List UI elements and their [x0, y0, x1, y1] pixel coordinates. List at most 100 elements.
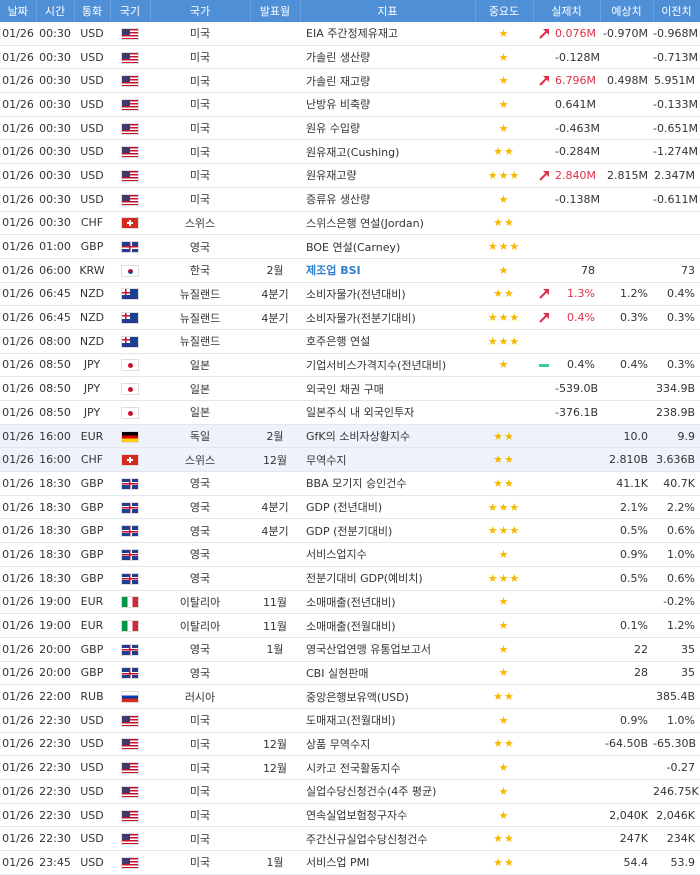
cell-indicator-link[interactable]: 원유재고량 — [300, 163, 475, 188]
cell-indicator-link[interactable]: EIA 주간정제유재고 — [300, 22, 475, 46]
cell-date: 01/26 — [0, 518, 36, 544]
cell-trend — [533, 850, 555, 875]
table-row[interactable]: 01/26 16:00 EUR 독일 2월 GfK의 소비자상황지수 ★★ 10.0 9.9 — [0, 424, 700, 449]
cell-indicator-link[interactable]: 연속실업보험청구자수 — [300, 803, 475, 828]
table-row[interactable]: 01/26 22:30 USD 미국 12월 시카고 전국활동지수 ★ -0.27 — [0, 755, 700, 780]
cell-indicator-link[interactable]: GDP (전분기대비) — [300, 518, 475, 544]
table-row[interactable]: 01/26 00:30 USD 미국 가솔린 재고량 ★ 6.796M 0.498M 5.951… — [0, 68, 700, 94]
cell-indicator-link[interactable]: 외국인 채권 구매 — [300, 376, 475, 401]
table-row[interactable]: 01/26 00:30 USD 미국 원유 수입량 ★ -0.463M -0.651M — [0, 116, 700, 141]
table-row[interactable]: 01/26 22:30 USD 미국 연속실업보험청구자수 ★ 2,040K 2,046K — [0, 803, 700, 828]
table-row[interactable]: 01/26 18:30 GBP 영국 서비스업지수 ★ 0.9% 1.0% — [0, 542, 700, 567]
table-row[interactable]: 01/26 18:30 GBP 영국 4분기 GDP (전년대비) ★★★ 2.1% 2.2% — [0, 495, 700, 520]
cell-previous: 334.9B — [653, 376, 700, 401]
cell-importance-stars: ★★★ — [475, 518, 533, 544]
table-row[interactable]: 01/26 18:30 GBP 영국 전분기대비 GDP(예비치) ★★★ 0.5% 0.6% — [0, 566, 700, 591]
cell-indicator-link[interactable]: 실업수당신청건수(4주 평균) — [300, 779, 475, 804]
cell-indicator-link[interactable]: 중앙은행보유액(USD) — [300, 684, 475, 709]
cell-indicator-link[interactable]: GfK의 소비자상황지수 — [300, 424, 475, 449]
cell-indicator-link[interactable]: 상품 무역수지 — [300, 732, 475, 757]
cell-currency: GBP — [74, 566, 110, 591]
cell-period — [250, 471, 300, 496]
cell-indicator-link[interactable]: 일본주식 내 외국인투자 — [300, 400, 475, 425]
table-row[interactable]: 01/26 22:30 USD 미국 주간신규실업수당신청건수 ★★ 247K 234K — [0, 826, 700, 852]
cell-time: 01:00 — [36, 234, 74, 259]
table-row[interactable]: 01/26 06:45 NZD 뉴질랜드 4분기 소비자물가(전년대비) ★★ 1.3% 1.2… — [0, 282, 700, 307]
cell-trend — [533, 684, 555, 709]
table-row[interactable]: 01/26 06:45 NZD 뉴질랜드 4분기 소비자물가(전분기대비) ★★★ 0.4% 0… — [0, 305, 700, 330]
cell-indicator-link[interactable]: 전분기대비 GDP(예비치) — [300, 566, 475, 591]
cell-indicator-link[interactable]: 스위스은행 연설(Jordan) — [300, 211, 475, 236]
cell-importance-stars: ★ — [475, 92, 533, 117]
table-row[interactable]: 01/26 19:00 EUR 이탈리아 11월 소매매출(전년대비) ★ -0.2% — [0, 590, 700, 615]
cell-indicator-link[interactable]: 원유재고(Cushing) — [300, 139, 475, 165]
cell-previous: -0.968M — [653, 22, 700, 46]
table-row[interactable]: 01/26 22:00 RUB 러시아 중앙은행보유액(USD) ★★ 385.4B — [0, 684, 700, 709]
table-row[interactable]: 01/26 23:45 USD 미국 1월 서비스업 PMI ★★ 54.4 53.9 — [0, 850, 700, 875]
cell-period — [250, 187, 300, 212]
table-row[interactable]: 01/26 06:00 KRW 한국 2월 제조업 BSI ★ 78 73 — [0, 258, 700, 283]
header-actual[interactable]: 실제치 — [533, 0, 601, 22]
cell-indicator-link[interactable]: 난방유 비축량 — [300, 92, 475, 117]
header-forecast[interactable]: 예상치 — [600, 0, 654, 22]
table-row[interactable]: 01/26 20:00 GBP 영국 CBI 실현판매 ★ 28 35 — [0, 661, 700, 686]
cell-indicator-link[interactable]: 호주은행 연설 — [300, 329, 475, 354]
cell-indicator-link[interactable]: 무역수지 — [300, 447, 475, 473]
cell-indicator-link[interactable]: 소매매출(전년대비) — [300, 590, 475, 615]
table-row[interactable]: 01/26 00:30 CHF 스위스 스위스은행 연설(Jordan) ★★ — [0, 211, 700, 236]
table-row[interactable]: 01/26 00:30 USD 미국 난방유 비축량 ★ 0.641M -0.133M — [0, 92, 700, 117]
cell-indicator-link[interactable]: BBA 모기지 승인건수 — [300, 471, 475, 496]
cell-period: 4분기 — [250, 518, 300, 544]
table-row[interactable]: 01/26 01:00 GBP 영국 BOE 연설(Carney) ★★★ — [0, 234, 700, 259]
cell-indicator-link[interactable]: 가솔린 재고량 — [300, 68, 475, 94]
cell-indicator-link[interactable]: 가솔린 생산량 — [300, 45, 475, 70]
cell-indicator-link[interactable]: 시카고 전국활동지수 — [300, 755, 475, 780]
table-row[interactable]: 01/26 00:30 USD 미국 EIA 주간정제유재고 ★ 0.076M -0.970M… — [0, 22, 700, 46]
table-row[interactable]: 01/26 20:00 GBP 영국 1월 영국산업연맹 유통업보고서 ★ 22 35 — [0, 637, 700, 662]
cell-indicator-link[interactable]: 제조업 BSI — [300, 258, 475, 283]
table-row[interactable]: 01/26 08:50 JPY 일본 일본주식 내 외국인투자 -376.1B 238.9B — [0, 400, 700, 425]
cell-indicator-link[interactable]: 도매재고(전월대비) — [300, 708, 475, 733]
table-row[interactable]: 01/26 18:30 GBP 영국 BBA 모기지 승인건수 ★★ 41.1K 40.7K — [0, 471, 700, 496]
cell-indicator-link[interactable]: 영국산업연맹 유통업보고서 — [300, 637, 475, 662]
cell-forecast: 0.5% — [600, 518, 653, 544]
table-row[interactable]: 01/26 22:30 USD 미국 12월 상품 무역수지 ★★ -64.50B -65.30… — [0, 732, 700, 757]
table-row[interactable]: 01/26 16:00 CHF 스위스 12월 무역수지 ★★ 2.810B 3.636B — [0, 447, 700, 473]
cell-flag — [110, 732, 150, 757]
cell-indicator-link[interactable]: CBI 실현판매 — [300, 661, 475, 686]
header-period[interactable]: 발표월 — [250, 0, 301, 22]
cell-period — [250, 329, 300, 354]
table-row[interactable]: 01/26 22:30 USD 미국 도매재고(전월대비) ★ 0.9% 1.0% — [0, 708, 700, 733]
header-importance[interactable]: 중요도 — [475, 0, 534, 22]
header-previous[interactable]: 이전치 — [653, 0, 700, 22]
table-row[interactable]: 01/26 08:50 JPY 일본 기업서비스가격지수(전년대비) ★ 0.4% 0.4% 0… — [0, 353, 700, 378]
cell-indicator-link[interactable]: 소비자물가(전분기대비) — [300, 305, 475, 330]
table-row[interactable]: 01/26 18:30 GBP 영국 4분기 GDP (전분기대비) ★★★ 0.5% 0.6% — [0, 518, 700, 544]
header-indicator[interactable]: 지표 — [300, 0, 476, 22]
table-row[interactable]: 01/26 08:00 NZD 뉴질랜드 호주은행 연설 ★★★ — [0, 329, 700, 354]
table-row[interactable]: 01/26 00:30 USD 미국 원유재고(Cushing) ★★ -0.284M -1.… — [0, 139, 700, 165]
cell-indicator-link[interactable]: 서비스업지수 — [300, 542, 475, 567]
trend-up-icon — [538, 312, 550, 324]
cell-indicator-link[interactable]: BOE 연설(Carney) — [300, 234, 475, 259]
header-country[interactable]: 국가 — [150, 0, 251, 22]
cell-indicator-link[interactable]: 소매매출(전월대비) — [300, 613, 475, 638]
header-currency[interactable]: 통화 — [74, 0, 111, 22]
cell-indicator-link[interactable]: 증류유 생산량 — [300, 187, 475, 212]
table-row[interactable]: 01/26 22:30 USD 미국 실업수당신청건수(4주 평균) ★ 246.75K — [0, 779, 700, 804]
cell-indicator-link[interactable]: 원유 수입량 — [300, 116, 475, 141]
table-row[interactable]: 01/26 00:30 USD 미국 가솔린 생산량 ★ -0.128M -0.713M — [0, 45, 700, 70]
header-date[interactable]: 날짜 — [0, 0, 37, 22]
header-time[interactable]: 시간 — [36, 0, 75, 22]
table-row[interactable]: 01/26 00:30 USD 미국 원유재고량 ★★★ 2.840M 2.815M 2.347… — [0, 163, 700, 188]
header-flag[interactable]: 국기 — [110, 0, 151, 22]
cell-indicator-link[interactable]: 주간신규실업수당신청건수 — [300, 826, 475, 852]
cell-indicator-link[interactable]: GDP (전년대비) — [300, 495, 475, 520]
table-row[interactable]: 01/26 19:00 EUR 이탈리아 11월 소매매출(전월대비) ★ 0.1% 1.2% — [0, 613, 700, 638]
table-row[interactable]: 01/26 00:30 USD 미국 증류유 생산량 ★ -0.138M -0.611M — [0, 187, 700, 212]
table-row[interactable]: 01/26 08:50 JPY 일본 외국인 채권 구매 -539.0B 334.9B — [0, 376, 700, 401]
cell-indicator-link[interactable]: 서비스업 PMI — [300, 850, 475, 875]
cell-indicator-link[interactable]: 소비자물가(전년대비) — [300, 282, 475, 307]
cell-indicator-link[interactable]: 기업서비스가격지수(전년대비) — [300, 353, 475, 378]
cell-currency: USD — [74, 708, 110, 733]
